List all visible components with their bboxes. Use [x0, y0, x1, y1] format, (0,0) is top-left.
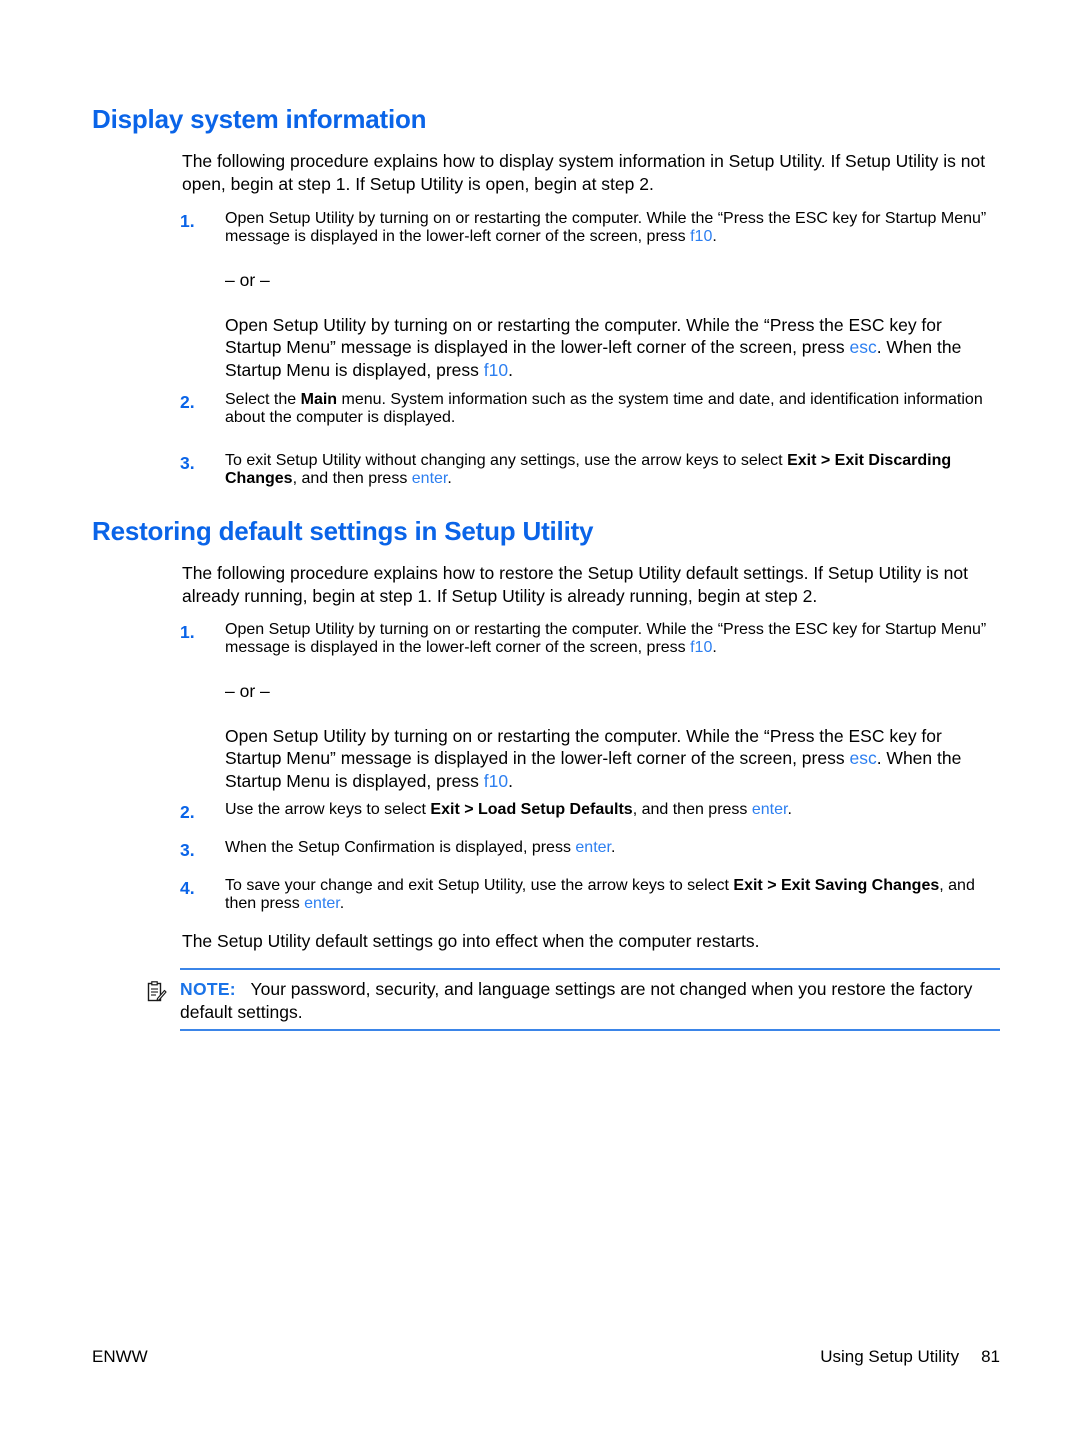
step-text-pre: Use the arrow keys to select [225, 801, 431, 818]
step-item: 3. When the Setup Confirmation is displa… [180, 839, 1000, 860]
step-text: To save your change and exit Setup Utili… [225, 877, 1000, 913]
or-separator: – or – [225, 270, 270, 290]
footer-page-number: 81 [981, 1347, 1000, 1366]
step-text-mid: , and then press [292, 470, 412, 487]
step-text-alternative: Open Setup Utility by turning on or rest… [225, 314, 1000, 382]
step-number: 2. [180, 802, 195, 822]
step-item: 1. Open Setup Utility by turning on or r… [180, 621, 1000, 792]
key-f10: f10 [690, 228, 713, 245]
key-esc: esc [849, 748, 877, 768]
step-text-part-a-pre: Open Setup Utility by turning on or rest… [225, 210, 987, 245]
step-text-part-b-pre: Open Setup Utility by turning on or rest… [225, 314, 942, 358]
step-text-post: . [787, 801, 792, 818]
key-f10: f10 [690, 639, 713, 656]
footer-chapter-title: Using Setup Utility [820, 1347, 960, 1366]
step-text-pre: Select the [225, 391, 301, 408]
step-text-part-a-post: . [712, 639, 717, 656]
section-heading-display-system-information: Display system information [92, 104, 427, 134]
step-item: 3. To exit Setup Utility without changin… [180, 452, 1000, 488]
footer-language-code: ENWW [92, 1347, 148, 1366]
section-intro-paragraph: The following procedure explains how to … [182, 563, 968, 606]
note-bottom-rule [180, 1029, 1000, 1031]
step-item: 2. Use the arrow keys to select Exit > L… [180, 801, 1000, 822]
step-text: Use the arrow keys to select Exit > Load… [225, 801, 1000, 819]
note-text-wrapper: NOTE: Your password, security, and langu… [180, 978, 1000, 1023]
step-item: 4. To save your change and exit Setup Ut… [180, 877, 1000, 913]
step-text-part-a-pre: Open Setup Utility by turning on or rest… [225, 621, 987, 656]
step-text-alternative: Open Setup Utility by turning on or rest… [225, 725, 1000, 793]
section-intro-paragraph: The following procedure explains how to … [182, 151, 986, 194]
step-text-part-b-pre: Open Setup Utility by turning on or rest… [225, 725, 942, 769]
step-text-part-b-post: . [508, 359, 513, 380]
key-f10: f10 [483, 770, 509, 791]
key-esc: esc [849, 337, 877, 357]
menu-path-exit-load-setup-defaults: Exit > Load Setup Defaults [430, 801, 633, 818]
step-text-mid: , and then press [632, 801, 752, 818]
step-text-post: . [447, 470, 452, 487]
step-number: 1. [180, 622, 195, 642]
step-number: 4. [180, 878, 195, 898]
page-footer: ENWW Using Setup Utility 81 [92, 1345, 1000, 1369]
step-number: 3. [180, 840, 195, 860]
key-enter: enter [304, 895, 340, 912]
section-heading-restoring-default-settings: Restoring default settings in Setup Util… [92, 516, 594, 546]
step-text-part-a-post: . [712, 228, 717, 245]
menu-path-exit-saving-changes: Exit > Exit Saving Changes [733, 877, 940, 894]
step-text: Select the Main menu. System information… [225, 391, 1000, 427]
key-f10: f10 [483, 359, 509, 380]
footer-chapter-and-page: Using Setup Utility 81 [820, 1345, 1000, 1369]
step-text-pre: To save your change and exit Setup Utili… [225, 877, 734, 894]
step-text-post: . [611, 839, 616, 856]
step-text: Open Setup Utility by turning on or rest… [225, 210, 1000, 246]
step-text-post: menu. System information such as the sys… [225, 391, 983, 426]
step-number: 3. [180, 453, 195, 473]
step-text: When the Setup Confirmation is displayed… [225, 839, 1000, 857]
menu-name-main: Main [300, 391, 338, 408]
step-text-part-b-post: . [508, 770, 513, 791]
step-text: Open Setup Utility by turning on or rest… [225, 621, 1000, 657]
key-enter: enter [751, 801, 788, 818]
document-page: Display system information The following… [0, 0, 1080, 1437]
step-text-pre: To exit Setup Utility without changing a… [225, 452, 788, 469]
or-separator: – or – [225, 681, 270, 701]
note-clipboard-icon [147, 981, 167, 1003]
step-number: 2. [180, 392, 195, 412]
note-content: NOTE: Your password, security, and langu… [147, 970, 1000, 1029]
step-item: 1. Open Setup Utility by turning on or r… [180, 210, 1000, 381]
step-text-post: . [339, 895, 345, 912]
note-spacer [236, 979, 251, 999]
section-closing-paragraph: The Setup Utility default settings go in… [182, 931, 760, 951]
step-text: To exit Setup Utility without changing a… [225, 452, 1000, 488]
note-label: NOTE: [180, 979, 236, 999]
note-body-text: Your password, security, and language se… [180, 979, 973, 1022]
key-enter: enter [575, 839, 611, 856]
key-enter: enter [411, 470, 448, 487]
step-item: 2. Select the Main menu. System informat… [180, 391, 1000, 427]
note-box: NOTE: Your password, security, and langu… [147, 968, 1000, 1031]
step-number: 1. [180, 211, 195, 231]
step-text-pre: When the Setup Confirmation is displayed… [225, 839, 576, 856]
